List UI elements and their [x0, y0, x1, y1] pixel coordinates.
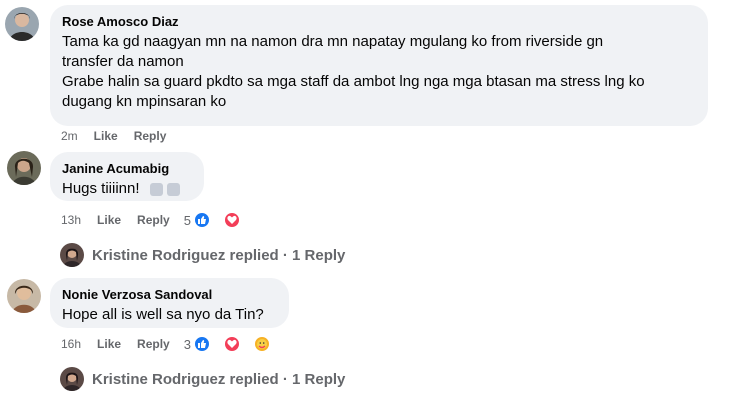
comment-bubble: Janine Acumabig Hugs tiiiinn! [50, 152, 204, 201]
comment-author[interactable]: Nonie Verzosa Sandoval [62, 286, 277, 303]
comment-bubble: Nonie Verzosa Sandoval Hope all is well … [50, 278, 289, 328]
view-replies-link[interactable]: Kristine Rodriguez replied · 1 Reply [60, 243, 345, 267]
comment-actions: 16h Like Reply 3 [61, 335, 287, 353]
like-button[interactable]: Like [94, 129, 118, 143]
love-reaction-icon [222, 211, 241, 229]
view-replies-link[interactable]: Kristine Rodriguez replied · 1 Reply [60, 367, 345, 391]
emoji-icon [166, 182, 180, 196]
comment-text: Hugs tiiiinn! [62, 180, 140, 197]
like-reaction-icon [192, 335, 211, 353]
care-reaction-icon [252, 335, 271, 353]
reply-button[interactable]: Reply [134, 129, 167, 143]
replies-text: Kristine Rodriguez replied · 1 Reply [92, 370, 346, 388]
comment-text-line: transfer da namon [62, 53, 184, 70]
comment-bubble: Rose Amosco Diaz Tama ka gd naagyan mn n… [50, 5, 708, 126]
comment-actions: 13h Like Reply 5 [61, 211, 257, 229]
replies-text: Kristine Rodriguez replied · 1 Reply [92, 246, 346, 264]
avatar[interactable] [7, 151, 41, 185]
comment-author[interactable]: Rose Amosco Diaz [62, 13, 696, 30]
avatar [60, 243, 84, 267]
comment-text-line: Tama ka gd naagyan mn na namon dra mn na… [62, 33, 604, 50]
like-button[interactable]: Like [97, 213, 121, 227]
comment-text-line: Grabe halin sa guard pkdto sa mga staff … [62, 73, 645, 90]
comment-time[interactable]: 2m [61, 129, 78, 143]
love-reaction-icon [222, 335, 241, 353]
emoji-icon [149, 182, 163, 196]
reactions-summary[interactable]: 3 [184, 335, 287, 353]
reaction-count: 5 [183, 212, 191, 228]
comment-time[interactable]: 16h [61, 337, 81, 351]
comment-text: Hope all is well sa nyo da Tin? [62, 306, 264, 323]
avatar [60, 367, 84, 391]
avatar[interactable] [7, 279, 41, 313]
avatar[interactable] [5, 7, 39, 41]
reply-button[interactable]: Reply [137, 337, 170, 351]
comment-actions: 2m Like Reply [61, 128, 182, 144]
reply-button[interactable]: Reply [137, 213, 170, 227]
comment-text-line: dugang kn mpinsaran ko [62, 93, 227, 110]
comment-time[interactable]: 13h [61, 213, 81, 227]
reaction-count: 3 [183, 336, 191, 352]
like-button[interactable]: Like [97, 337, 121, 351]
like-reaction-icon [192, 211, 211, 229]
comment-author[interactable]: Janine Acumabig [62, 160, 192, 177]
reactions-summary[interactable]: 5 [184, 211, 257, 229]
